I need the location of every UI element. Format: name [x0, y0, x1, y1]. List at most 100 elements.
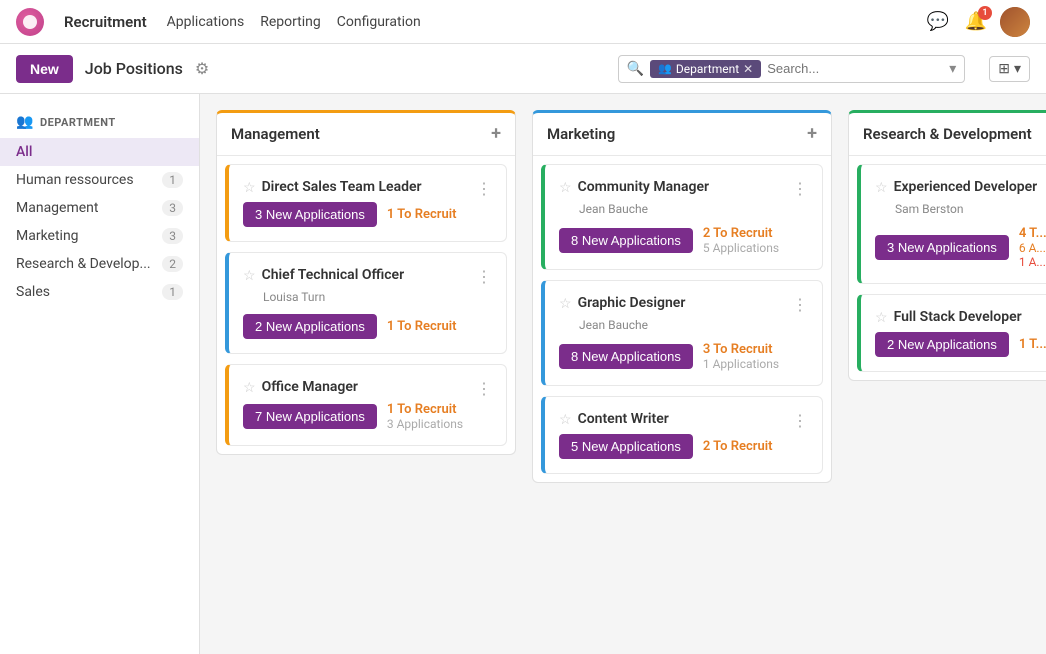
job-title-direct-sales: Direct Sales Team Leader: [262, 179, 470, 195]
new-apps-btn-experienced-developer[interactable]: 3 New Applications: [875, 235, 1009, 260]
dept-filter-tag[interactable]: 👥 Department ✕: [650, 60, 761, 78]
card-header-graphic-designer: ☆ Graphic Designer ⋮: [559, 295, 808, 314]
card-office-manager: ☆ Office Manager ⋮ 7 New Applications 1 …: [225, 364, 507, 446]
card-footer-cto: 2 New Applications 1 To Recruit: [243, 314, 492, 339]
notifications-icon[interactable]: 🔔 1: [962, 8, 990, 36]
star-icon-content-writer[interactable]: ☆: [559, 412, 572, 428]
card-content-writer: ☆ Content Writer ⋮ 5 New Applications 2 …: [541, 396, 823, 474]
star-icon-office-manager[interactable]: ☆: [243, 380, 256, 396]
marketing-cards: ☆ Community Manager ⋮ Jean Bauche 8 New …: [533, 156, 831, 482]
col-header-marketing: Marketing +: [533, 113, 831, 156]
search-dropdown-icon[interactable]: ▾: [949, 61, 956, 77]
user-avatar[interactable]: [1000, 7, 1030, 37]
sidebar-item-human-resources[interactable]: Human ressources 1: [0, 166, 199, 194]
recruit-info-graphic-designer: 3 To Recruit 1 Applications: [703, 342, 779, 371]
card-graphic-designer: ☆ Graphic Designer ⋮ Jean Bauche 8 New A…: [541, 280, 823, 386]
card-header-direct-sales: ☆ Direct Sales Team Leader ⋮: [243, 179, 492, 198]
job-menu-office-manager[interactable]: ⋮: [476, 379, 492, 398]
job-menu-direct-sales[interactable]: ⋮: [476, 179, 492, 198]
job-subtitle-community-manager: Jean Bauche: [559, 202, 808, 216]
job-menu-cto[interactable]: ⋮: [476, 267, 492, 286]
new-button[interactable]: New: [16, 55, 73, 83]
col-header-rd: Research & Development: [849, 113, 1046, 156]
nav-configuration[interactable]: Configuration: [337, 10, 421, 34]
card-community-manager: ☆ Community Manager ⋮ Jean Bauche 8 New …: [541, 164, 823, 270]
job-title-office-manager: Office Manager: [262, 379, 470, 395]
view-toggle[interactable]: ⊞ ▾: [989, 56, 1030, 82]
kanban-col-marketing: Marketing + ☆ Community Manager ⋮ Jean B…: [532, 110, 832, 483]
dept-filter-icon: 👥: [658, 62, 672, 75]
recruit-info-full-stack-developer: 1 T...: [1019, 337, 1046, 352]
topnav: Recruitment Applications Reporting Confi…: [0, 0, 1046, 44]
kanban-col-rd: Research & Development ☆ Experienced Dev…: [848, 110, 1046, 381]
topnav-links: Applications Reporting Configuration: [167, 10, 904, 34]
card-header-content-writer: ☆ Content Writer ⋮: [559, 411, 808, 430]
job-menu-content-writer[interactable]: ⋮: [792, 411, 808, 430]
job-subtitle-graphic-designer: Jean Bauche: [559, 318, 808, 332]
sidebar-item-all[interactable]: All: [0, 138, 199, 166]
rd-cards: ☆ Experienced Developer ⋮ Sam Berston 3 …: [849, 156, 1046, 380]
recruit-info-content-writer: 2 To Recruit: [703, 439, 773, 454]
new-apps-btn-content-writer[interactable]: 5 New Applications: [559, 434, 693, 459]
kanban-board: Management + ☆ Direct Sales Team Leader …: [200, 94, 1046, 654]
job-menu-community-manager[interactable]: ⋮: [792, 179, 808, 198]
subheader: New Job Positions ⚙ 🔍 👥 Department ✕ ▾ ⊞…: [0, 44, 1046, 94]
card-header-cto: ☆ Chief Technical Officer ⋮: [243, 267, 492, 286]
management-cards: ☆ Direct Sales Team Leader ⋮ 3 New Appli…: [217, 156, 515, 454]
kanban-col-management: Management + ☆ Direct Sales Team Leader …: [216, 110, 516, 455]
new-apps-btn-community-manager[interactable]: 8 New Applications: [559, 228, 693, 253]
new-apps-btn-full-stack-developer[interactable]: 2 New Applications: [875, 332, 1009, 357]
new-apps-btn-office-manager[interactable]: 7 New Applications: [243, 404, 377, 429]
card-footer-community-manager: 8 New Applications 2 To Recruit 5 Applic…: [559, 226, 808, 255]
main-layout: 👥 DEPARTMENT All Human ressources 1 Mana…: [0, 94, 1046, 654]
nav-applications[interactable]: Applications: [167, 10, 245, 34]
sidebar-section-title: 👥 DEPARTMENT: [0, 106, 199, 138]
settings-icon[interactable]: ⚙: [195, 59, 209, 78]
card-header-experienced-developer: ☆ Experienced Developer ⋮: [875, 179, 1046, 198]
sidebar-item-marketing[interactable]: Marketing 3: [0, 222, 199, 250]
search-input[interactable]: [767, 61, 943, 76]
card-footer-graphic-designer: 8 New Applications 3 To Recruit 1 Applic…: [559, 342, 808, 371]
app-brand: Recruitment: [64, 13, 147, 31]
job-subtitle-cto: Louisa Turn: [243, 290, 492, 304]
star-icon-community-manager[interactable]: ☆: [559, 180, 572, 196]
dept-filter-label: Department: [676, 62, 739, 76]
star-icon-cto[interactable]: ☆: [243, 268, 256, 284]
job-menu-graphic-designer[interactable]: ⋮: [792, 295, 808, 314]
new-apps-btn-graphic-designer[interactable]: 8 New Applications: [559, 344, 693, 369]
card-direct-sales: ☆ Direct Sales Team Leader ⋮ 3 New Appli…: [225, 164, 507, 242]
col-add-marketing[interactable]: +: [807, 125, 817, 143]
job-title-content-writer: Content Writer: [578, 411, 786, 427]
card-footer-office-manager: 7 New Applications 1 To Recruit 3 Applic…: [243, 402, 492, 431]
view-toggle-arrow: ▾: [1014, 61, 1021, 77]
star-icon-experienced-developer[interactable]: ☆: [875, 180, 888, 196]
sidebar-item-sales[interactable]: Sales 1: [0, 278, 199, 306]
card-experienced-developer: ☆ Experienced Developer ⋮ Sam Berston 3 …: [857, 164, 1046, 284]
star-icon-graphic-designer[interactable]: ☆: [559, 296, 572, 312]
card-footer-experienced-developer: 3 New Applications 4 T... 6 A... 1 A...: [875, 226, 1046, 269]
chat-icon[interactable]: 💬: [924, 8, 952, 36]
recruit-info-cto: 1 To Recruit: [387, 319, 457, 334]
card-header-community-manager: ☆ Community Manager ⋮: [559, 179, 808, 198]
star-icon-direct-sales[interactable]: ☆: [243, 180, 256, 196]
recruit-info-direct-sales: 1 To Recruit: [387, 207, 457, 222]
card-footer-direct-sales: 3 New Applications 1 To Recruit: [243, 202, 492, 227]
new-apps-btn-direct-sales[interactable]: 3 New Applications: [243, 202, 377, 227]
recruit-info-community-manager: 2 To Recruit 5 Applications: [703, 226, 779, 255]
nav-reporting[interactable]: Reporting: [260, 10, 321, 34]
app-logo[interactable]: [16, 8, 44, 36]
recruit-info-office-manager: 1 To Recruit 3 Applications: [387, 402, 463, 431]
new-apps-btn-cto[interactable]: 2 New Applications: [243, 314, 377, 339]
sidebar-item-rd[interactable]: Research & Develop... 2: [0, 250, 199, 278]
card-header-full-stack-developer: ☆ Full Stack Developer ⋮: [875, 309, 1046, 328]
star-icon-full-stack-developer[interactable]: ☆: [875, 310, 888, 326]
job-title-cto: Chief Technical Officer: [262, 267, 470, 283]
page-title: Job Positions: [85, 59, 183, 78]
dept-filter-close[interactable]: ✕: [743, 62, 753, 76]
col-add-management[interactable]: +: [491, 125, 501, 143]
card-footer-full-stack-developer: 2 New Applications 1 T...: [875, 332, 1046, 357]
col-title-management: Management: [231, 125, 491, 143]
sidebar-item-management[interactable]: Management 3: [0, 194, 199, 222]
search-bar: 🔍 👥 Department ✕ ▾: [618, 55, 965, 83]
notif-badge: 1: [978, 6, 992, 20]
